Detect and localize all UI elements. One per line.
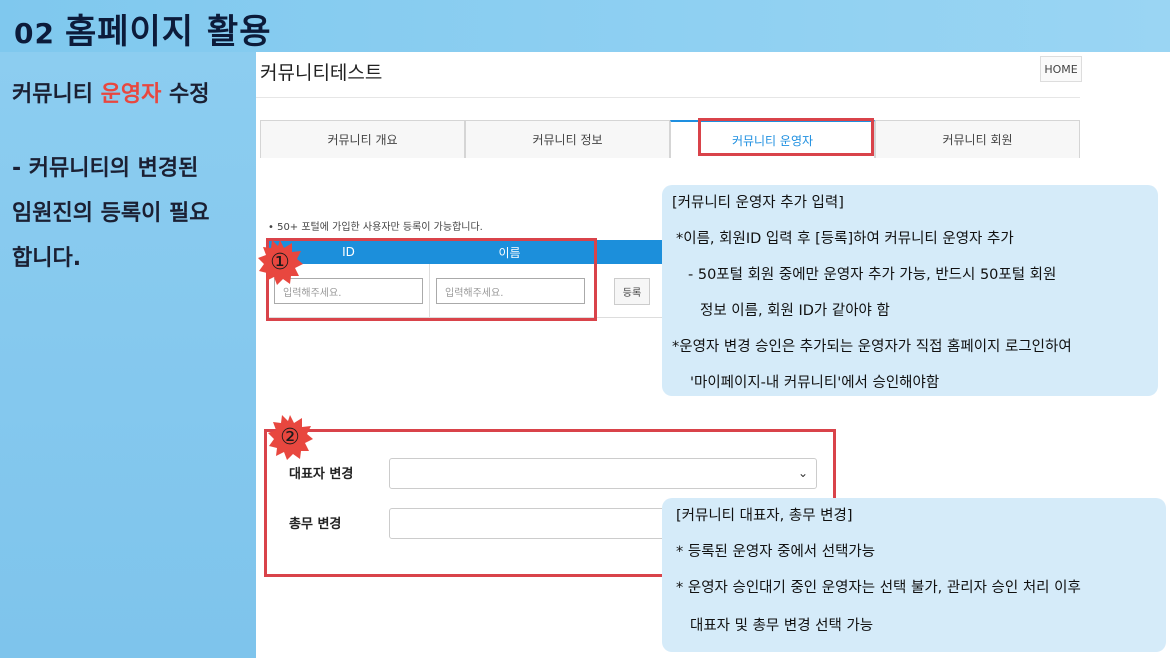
callout-2-line: * 등록된 운영자 중에서 선택가능 [676, 544, 876, 560]
callout-2-line: * 운영자 승인대기 중인 운영자는 선택 불가, 관리자 승인 처리 이후 [676, 580, 1081, 596]
slide-left-panel [0, 52, 256, 658]
side-heading-pre: 커뮤니티 [12, 82, 101, 107]
title-divider [256, 97, 1080, 98]
badge-2: ② [267, 414, 313, 460]
register-note: • 50+ 포털에 가입한 사용자만 등록이 가능합니다. [268, 222, 483, 233]
home-button[interactable]: HOME [1040, 56, 1082, 82]
badge-1-label: ① [270, 249, 290, 275]
tab-members[interactable]: 커뮤니티 회원 [875, 120, 1080, 158]
rep-select[interactable]: ⌄ [389, 458, 817, 489]
tab-info[interactable]: 커뮤니티 정보 [465, 120, 670, 158]
side-heading: 커뮤니티 운영자 수정 [12, 76, 210, 108]
callout-2-line: 대표자 및 총무 변경 선택 가능 [690, 618, 874, 634]
badge-1: ① [257, 239, 303, 285]
register-button[interactable]: 등록 [614, 278, 650, 305]
callout-1-title: [커뮤니티 운영자 추가 입력] [672, 195, 844, 211]
tab-highlight-box [698, 118, 874, 156]
callout-1-line: '마이페이지-내 커뮤니티'에서 승인해야함 [690, 375, 940, 391]
callout-rep-change: [커뮤니티 대표자, 총무 변경] * 등록된 운영자 중에서 선택가능 * 운… [662, 498, 1166, 652]
sec-change-label: 총무 변경 [289, 517, 342, 532]
tab-bar: 커뮤니티 개요 커뮤니티 정보 커뮤니티 운영자 커뮤니티 회원 [260, 120, 1080, 158]
side-heading-highlight: 운영자 [100, 82, 162, 107]
slide-number: 02 [14, 17, 55, 50]
sec-select[interactable] [389, 508, 689, 539]
callout-operator-add: [커뮤니티 운영자 추가 입력] *이름, 회원ID 입력 후 [등록]하여 커… [662, 185, 1158, 396]
side-desc-line: - 커뮤니티의 변경된 [12, 156, 199, 181]
slide-title: 02 홈페이지 활용 [14, 4, 272, 53]
side-heading-post: 수정 [161, 82, 210, 107]
side-desc-line: 임원진의 등록이 필요 [12, 201, 210, 226]
callout-2-title: [커뮤니티 대표자, 총무 변경] [676, 508, 853, 524]
callout-1-line: *이름, 회원ID 입력 후 [등록]하여 커뮤니티 운영자 추가 [676, 231, 1014, 247]
callout-1-line: *운영자 변경 승인은 추가되는 운영자가 직접 홈페이지 로그인하여 [672, 339, 1072, 355]
callout-1-line: - 50포털 회원 중에만 운영자 추가 가능, 반드시 50포털 회원 [688, 267, 1057, 283]
badge-2-label: ② [280, 424, 300, 450]
callout-1-line: 정보 이름, 회원 ID가 같아야 함 [700, 303, 890, 319]
side-desc-line: 합니다. [12, 246, 82, 271]
slide-title-text: 홈페이지 활용 [64, 12, 272, 52]
tab-overview[interactable]: 커뮤니티 개요 [260, 120, 465, 158]
page-title: 커뮤니티테스트 [260, 62, 383, 84]
rep-change-label: 대표자 변경 [289, 467, 354, 482]
side-description: - 커뮤니티의 변경된 임원진의 등록이 필요 합니다. [12, 146, 252, 281]
chevron-down-icon: ⌄ [797, 466, 808, 480]
highlight-box-1 [266, 238, 597, 321]
